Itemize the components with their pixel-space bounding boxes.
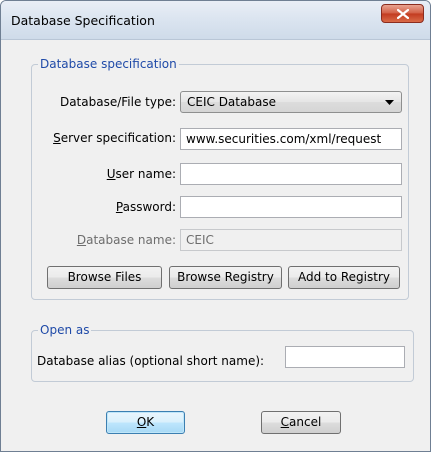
group-title-database-specification: Database specification — [38, 56, 179, 72]
ok-button[interactable]: OK — [106, 411, 185, 434]
server-specification-label: Server specification: — [53, 131, 176, 145]
database-name-input — [180, 229, 402, 251]
database-file-type-select[interactable]: CEIC Database — [180, 91, 402, 113]
database-alias-label: Database alias (optional short name): — [37, 354, 265, 368]
close-button[interactable] — [381, 4, 424, 23]
user-name-label: User name: — [106, 167, 176, 181]
dialog-window: Database Specification Database specific… — [0, 0, 431, 452]
user-name-input[interactable] — [180, 163, 402, 185]
database-alias-input[interactable] — [285, 346, 405, 368]
database-name-label: Database name: — [76, 233, 176, 247]
browse-files-button[interactable]: Browse Files — [47, 266, 162, 289]
cancel-button[interactable]: Cancel — [261, 411, 341, 434]
database-file-type-label: Database/File type: — [59, 95, 176, 109]
dialog-body: Database specification Database/File typ… — [8, 40, 422, 451]
add-to-registry-button[interactable]: Add to Registry — [288, 266, 400, 289]
browse-registry-button[interactable]: Browse Registry — [169, 266, 282, 289]
window-title: Database Specification — [11, 13, 155, 28]
title-bar[interactable]: Database Specification — [1, 1, 430, 40]
group-title-open-as: Open as — [38, 322, 92, 338]
password-input[interactable] — [180, 196, 402, 218]
close-icon — [397, 9, 409, 19]
chevron-down-icon — [385, 100, 394, 105]
password-label: Password: — [115, 200, 176, 214]
database-file-type-value: CEIC Database — [187, 95, 276, 109]
server-specification-input[interactable] — [180, 128, 402, 150]
